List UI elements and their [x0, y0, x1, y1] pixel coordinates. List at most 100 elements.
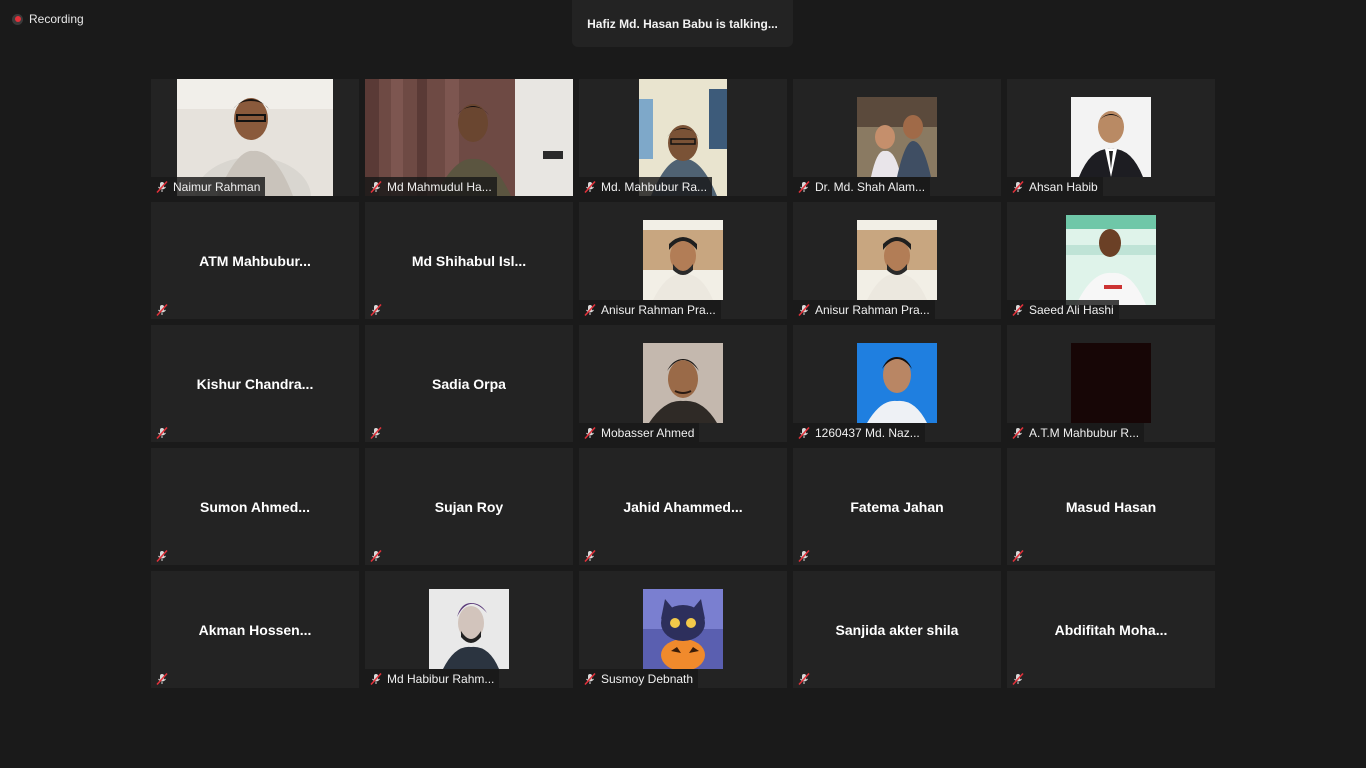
participant-tile[interactable]: Sumon Ahmed...: [151, 448, 359, 565]
participant-nameplate: Dr. Md. Shah Alam...: [793, 177, 931, 196]
participant-nameplate: [579, 546, 602, 565]
participant-name: A.T.M Mahbubur R...: [1029, 425, 1140, 440]
participant-tile[interactable]: Sadia Orpa: [365, 325, 573, 442]
participant-nameplate: [1007, 669, 1030, 688]
participant-tile[interactable]: Jahid Ahammed...: [579, 448, 787, 565]
participant-tile[interactable]: Md. Mahbubur Ra...: [579, 79, 787, 196]
participant-nameplate: Anisur Rahman Pra...: [793, 300, 935, 319]
participant-tile[interactable]: Md Habibur Rahm...: [365, 571, 573, 688]
participant-nameplate: [365, 546, 388, 565]
participant-tile[interactable]: Dr. Md. Shah Alam...: [793, 79, 1001, 196]
participant-nameplate: Ahsan Habib: [1007, 177, 1103, 196]
participant-avatar: [857, 343, 937, 423]
participant-tile[interactable]: Mobasser Ahmed: [579, 325, 787, 442]
muted-mic-icon: [797, 303, 811, 317]
muted-mic-icon: [583, 180, 597, 194]
participant-nameplate: [151, 300, 174, 319]
participant-nameplate: [151, 669, 174, 688]
active-speaker-banner: Hafiz Md. Hasan Babu is talking...: [572, 0, 793, 47]
participant-name: Ahsan Habib: [1029, 179, 1098, 194]
participant-name: Md Habibur Rahm...: [387, 671, 495, 686]
muted-mic-icon: [155, 549, 169, 563]
participant-tile[interactable]: Sanjida akter shila: [793, 571, 1001, 688]
participant-avatar: [1071, 97, 1151, 177]
participant-avatar: [643, 589, 723, 669]
participant-tile[interactable]: Anisur Rahman Pra...: [793, 202, 1001, 319]
recording-indicator[interactable]: Recording: [12, 12, 84, 26]
participant-tile[interactable]: Kishur Chandra...: [151, 325, 359, 442]
muted-mic-icon: [155, 672, 169, 686]
participant-name: Anisur Rahman Pra...: [601, 302, 716, 317]
participant-tile[interactable]: Saeed Ali Hashi: [1007, 202, 1215, 319]
participant-avatar: [857, 220, 937, 300]
recording-label: Recording: [29, 12, 84, 26]
participant-name: Dr. Md. Shah Alam...: [815, 179, 926, 194]
participant-tile[interactable]: Md Mahmudul Ha...: [365, 79, 573, 196]
participant-nameplate: Naimur Rahman: [151, 177, 266, 196]
participant-nameplate: Mobasser Ahmed: [579, 423, 700, 442]
muted-mic-icon: [1011, 303, 1025, 317]
participant-nameplate: [793, 546, 816, 565]
muted-mic-icon: [1011, 672, 1025, 686]
participant-name: 1260437 Md. Naz...: [815, 425, 920, 440]
participant-display-name: Abdifitah Moha...: [1054, 621, 1168, 638]
participant-tile[interactable]: ATM Mahbubur...: [151, 202, 359, 319]
participant-avatar: [1071, 343, 1151, 423]
participant-avatar: [643, 220, 723, 300]
muted-mic-icon: [583, 549, 597, 563]
participant-display-name: Sujan Roy: [434, 498, 504, 515]
muted-mic-icon: [155, 180, 169, 194]
participant-nameplate: Saeed Ali Hashi: [1007, 300, 1119, 319]
participant-display-name: Md Shihabul Isl...: [411, 252, 527, 269]
participant-nameplate: A.T.M Mahbubur R...: [1007, 423, 1145, 442]
participant-name: Naimur Rahman: [173, 179, 261, 194]
participant-display-name: Jahid Ahammed...: [623, 498, 743, 515]
participant-tile[interactable]: A.T.M Mahbubur R...: [1007, 325, 1215, 442]
participant-display-name: Sumon Ahmed...: [200, 498, 310, 515]
participant-nameplate: Md. Mahbubur Ra...: [579, 177, 713, 196]
participant-tile[interactable]: Md Shihabul Isl...: [365, 202, 573, 319]
participant-nameplate: [793, 669, 816, 688]
participant-display-name: Fatema Jahan: [850, 498, 944, 515]
muted-mic-icon: [369, 672, 383, 686]
muted-mic-icon: [583, 426, 597, 440]
muted-mic-icon: [583, 303, 597, 317]
participant-tile[interactable]: Naimur Rahman: [151, 79, 359, 196]
participant-nameplate: Susmoy Debnath: [579, 669, 699, 688]
participant-avatar: [643, 343, 723, 423]
participant-display-name: Masud Hasan: [1065, 498, 1157, 515]
gallery-grid: Naimur Rahman Md Mahmudul Ha... Md. Mahb…: [151, 79, 1215, 688]
participant-nameplate: Anisur Rahman Pra...: [579, 300, 721, 319]
participant-name: Md Mahmudul Ha...: [387, 179, 492, 194]
muted-mic-icon: [369, 426, 383, 440]
participant-tile[interactable]: Abdifitah Moha...: [1007, 571, 1215, 688]
participant-nameplate: [151, 546, 174, 565]
participant-tile[interactable]: Anisur Rahman Pra...: [579, 202, 787, 319]
muted-mic-icon: [369, 549, 383, 563]
participant-nameplate: 1260437 Md. Naz...: [793, 423, 925, 442]
participant-nameplate: Md Habibur Rahm...: [365, 669, 500, 688]
participant-avatar: [429, 589, 509, 669]
muted-mic-icon: [797, 549, 811, 563]
muted-mic-icon: [1011, 180, 1025, 194]
participant-tile[interactable]: Sujan Roy: [365, 448, 573, 565]
participant-tile[interactable]: 1260437 Md. Naz...: [793, 325, 1001, 442]
participant-tile[interactable]: Fatema Jahan: [793, 448, 1001, 565]
muted-mic-icon: [797, 672, 811, 686]
participant-name: Saeed Ali Hashi: [1029, 302, 1114, 317]
muted-mic-icon: [369, 303, 383, 317]
muted-mic-icon: [797, 426, 811, 440]
muted-mic-icon: [369, 180, 383, 194]
active-speaker-text: Hafiz Md. Hasan Babu is talking...: [587, 16, 778, 31]
participant-avatar: [1066, 215, 1156, 305]
participant-tile[interactable]: Susmoy Debnath: [579, 571, 787, 688]
recording-icon: [12, 13, 23, 25]
participant-display-name: Sanjida akter shila: [835, 621, 959, 638]
participant-tile[interactable]: Ahsan Habib: [1007, 79, 1215, 196]
participant-avatar: [857, 97, 937, 177]
participant-nameplate: [1007, 546, 1030, 565]
participant-tile[interactable]: Masud Hasan: [1007, 448, 1215, 565]
participant-tile[interactable]: Akman Hossen...: [151, 571, 359, 688]
participant-nameplate: [365, 300, 388, 319]
participant-name: Anisur Rahman Pra...: [815, 302, 930, 317]
